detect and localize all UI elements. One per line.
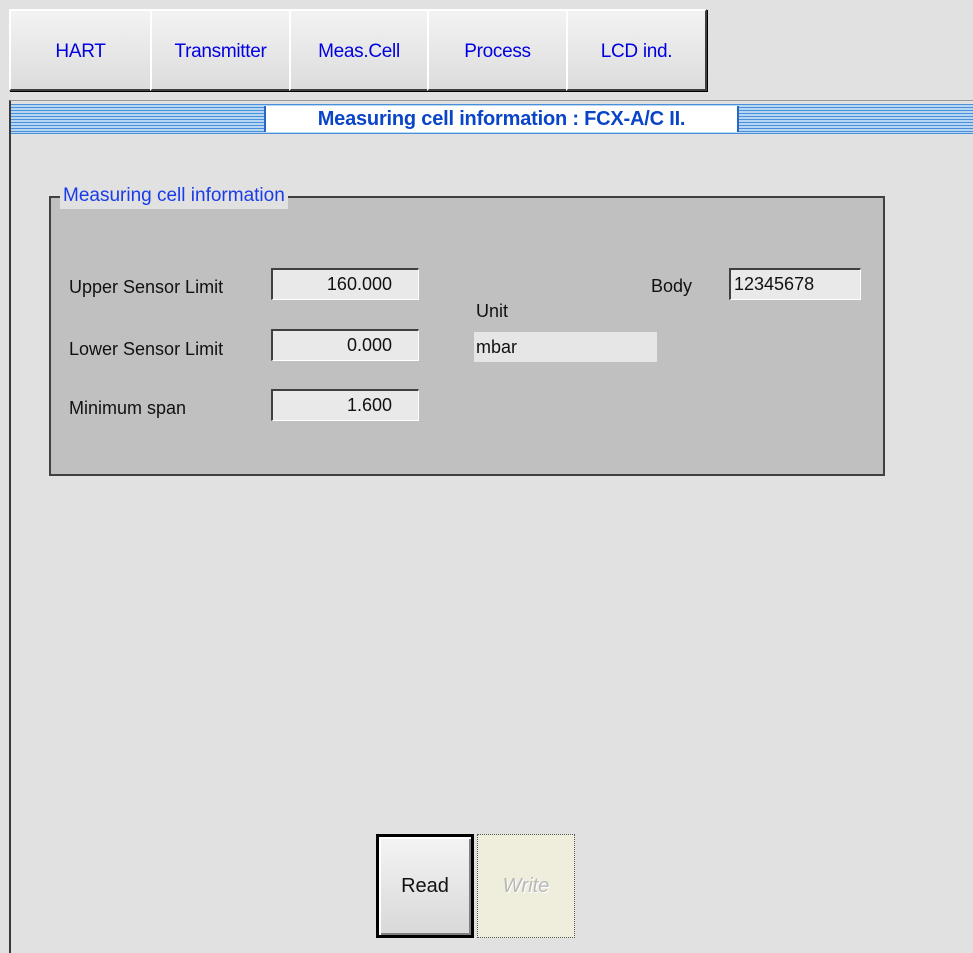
unit-label: Unit [476, 301, 509, 321]
tab-transmitter[interactable]: Transmitter [150, 9, 291, 91]
unit-value: mbar [474, 332, 657, 362]
page-title: Measuring cell information : FCX-A/C II. [264, 106, 739, 132]
read-button[interactable]: Read [376, 834, 474, 938]
tab-lcd-ind[interactable]: LCD ind. [566, 9, 707, 91]
body-field[interactable]: 12345678 [729, 268, 861, 300]
tab-hart-label: HART [55, 41, 106, 62]
lower-sensor-limit-label: Lower Sensor Limit [69, 339, 224, 359]
tab-process[interactable]: Process [427, 9, 568, 91]
tab-hart[interactable]: HART [9, 9, 152, 91]
tab-transmitter-label: Transmitter [174, 41, 267, 62]
write-button[interactable]: Write [477, 834, 575, 938]
upper-sensor-limit-field[interactable]: 160.000 [271, 268, 419, 300]
tab-lcd-ind-label: LCD ind. [600, 41, 673, 62]
tab-process-label: Process [464, 41, 531, 62]
minimum-span-label: Minimum span [69, 398, 187, 418]
tab-meas-cell-label: Meas.Cell [318, 41, 400, 62]
body-label: Body [651, 276, 693, 296]
lower-sensor-limit-field[interactable]: 0.000 [271, 329, 419, 361]
tab-meas-cell[interactable]: Meas.Cell [289, 9, 429, 91]
group-legend: Measuring cell information [60, 183, 288, 209]
title-bar: Measuring cell information : FCX-A/C II. [11, 104, 973, 134]
upper-sensor-limit-label: Upper Sensor Limit [69, 277, 224, 297]
minimum-span-field[interactable]: 1.600 [271, 389, 419, 421]
measuring-cell-group [49, 196, 885, 476]
